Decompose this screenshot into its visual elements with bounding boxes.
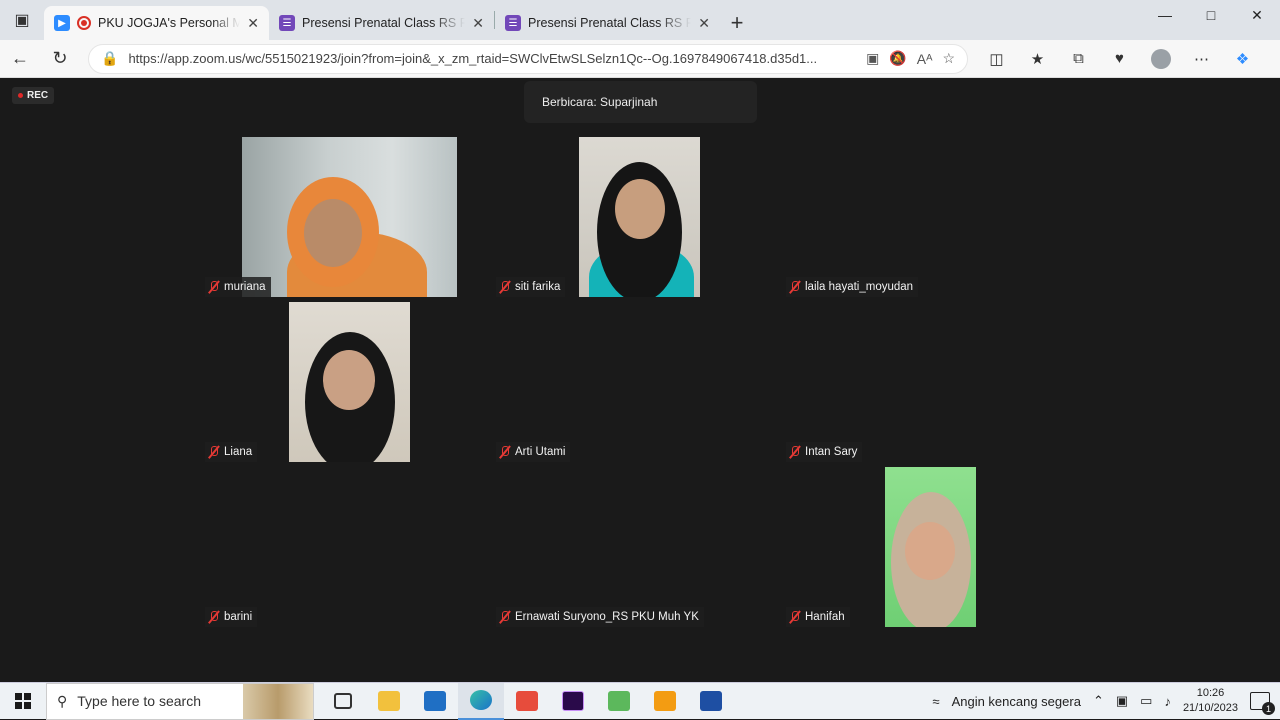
windows-logo-icon [15,693,31,709]
mic-muted-icon [789,445,801,459]
start-button[interactable] [0,683,46,720]
participant-name: muriana [224,281,266,293]
zoom-meeting-area: REC Berbicara: Suparjinah muriana siti f… [4,78,1276,682]
windows-taskbar: ⚲ Type here to search ≈ Angin kencang se… [0,682,1280,720]
forms-favicon-icon: ☰ [279,15,295,31]
search-highlight-image [243,683,313,719]
tab-title: PKU JOGJA's Personal Meeti [98,16,241,30]
media-app-icon[interactable] [642,683,688,720]
participant-nametag: siti farika [496,277,566,297]
mic-muted-icon [208,610,220,624]
lock-icon[interactable]: 🔒 [101,50,118,67]
close-tab-icon[interactable]: ✕ [247,15,259,32]
collections-icon[interactable]: ⧉ [1058,42,1099,76]
video-hanifah [885,467,976,627]
clock-time: 10:26 [1196,687,1225,699]
video-muriana [242,137,457,297]
video-liana [289,302,410,462]
participant-name: Intan Sary [805,446,858,458]
weather-icon[interactable]: ≈ [932,694,939,709]
edge-browser-icon[interactable] [458,682,504,720]
minimize-icon[interactable]: — [1142,0,1188,30]
word-app-icon[interactable] [688,683,734,720]
tab-actions-icon[interactable]: ▣ [0,0,44,40]
mail-icon[interactable] [412,683,458,720]
premiere-icon[interactable] [550,683,596,720]
close-tab-icon[interactable]: ✕ [698,15,710,32]
copilot-icon[interactable]: ❖ [1222,42,1263,76]
mic-muted-icon [208,445,220,459]
tab-presensi-1[interactable]: ☰ Presensi Prenatal Class RS PKU M ✕ [269,6,494,40]
notification-blocked-icon[interactable]: 🔕 [889,50,906,67]
search-icon: ⚲ [57,692,68,709]
participant-nametag: Hanifah [786,607,850,627]
gift-app-icon[interactable] [504,683,550,720]
close-tab-icon[interactable]: ✕ [472,15,484,32]
participant-name: siti farika [515,281,561,293]
participant-nametag: Intan Sary [786,442,863,462]
mic-muted-icon [499,445,511,459]
participant-name: Liana [224,446,253,458]
tab-presensi-2[interactable]: ☰ Presensi Prenatal Class RS PKU M ✕ [495,6,720,40]
back-icon[interactable]: ← [0,42,40,76]
clock-date: 21/10/2023 [1182,702,1238,714]
task-view-icon[interactable] [320,683,366,720]
new-tab-button[interactable]: + [720,6,754,40]
participant-nametag: Ernawati Suryono_RS PKU Muh YK [496,607,704,627]
volume-icon[interactable]: ♪ [1164,694,1171,709]
mic-muted-icon [789,610,801,624]
participant-nametag: laila hayati_moyudan [786,277,919,297]
participant-nametag: Arti Utami [496,442,571,462]
browser-nav-bar: ← ↻ 🔒 https://app.zoom.us/wc/5515021923/… [0,40,1280,78]
participant-name: barini [224,611,253,623]
forms-favicon-icon: ☰ [505,15,521,31]
favorite-star-icon[interactable]: ☆ [942,50,955,67]
participant-nametag: muriana [205,277,271,297]
battery-icon[interactable]: ▭ [1140,693,1152,709]
mic-muted-icon [499,280,511,294]
camera-icon[interactable]: ▣ [866,50,879,67]
address-bar[interactable]: 🔒 https://app.zoom.us/wc/5515021923/join… [88,43,968,74]
participant-nametag: Liana [205,442,258,462]
recording-indicator-icon [77,16,91,30]
weather-text[interactable]: Angin kencang segera [952,694,1081,709]
url-text[interactable]: https://app.zoom.us/wc/5515021923/join?f… [128,51,856,66]
participant-name: Hanifah [805,611,845,623]
participant-nametag: barini [205,607,258,627]
tray-chevron-up-icon[interactable]: ⌃ [1093,693,1104,709]
tab-zoom-meeting[interactable]: ▶ PKU JOGJA's Personal Meeti ✕ [44,6,269,40]
read-aloud-icon[interactable]: Aᴬ [917,51,933,67]
speaker-banner: Berbicara: Suparjinah [524,81,757,123]
participant-name: laila hayati_moyudan [805,281,914,293]
participant-name: Arti Utami [515,446,566,458]
mic-muted-icon [499,610,511,624]
mic-muted-icon [208,280,220,294]
participant-name: Ernawati Suryono_RS PKU Muh YK [515,611,699,623]
tab-title: Presensi Prenatal Class RS PKU M [302,16,466,30]
browser-tab-bar: ▣ ▶ PKU JOGJA's Personal Meeti ✕ ☰ Prese… [0,0,1280,40]
more-menu-icon[interactable]: ⋯ [1181,42,1222,76]
browser-essentials-icon[interactable]: ♥ [1099,42,1140,76]
video-siti-farika [579,137,700,297]
tab-title: Presensi Prenatal Class RS PKU M [528,16,692,30]
close-window-icon[interactable]: ✕ [1234,0,1280,30]
favorites-icon[interactable]: ★ [1017,42,1058,76]
split-screen-icon[interactable]: ◫ [976,42,1017,76]
profile-icon[interactable] [1140,42,1181,76]
taskbar-search[interactable]: ⚲ Type here to search [46,682,314,720]
recording-badge: REC [12,87,55,104]
notification-center-icon[interactable] [1250,692,1275,715]
mic-muted-icon [789,280,801,294]
maximize-icon[interactable]: □ [1188,0,1234,30]
network-icon[interactable]: ▣ [1116,693,1128,709]
search-placeholder: Type here to search [77,693,202,709]
file-explorer-icon[interactable] [366,683,412,720]
green-app-icon[interactable] [596,683,642,720]
clock[interactable]: 10:26 21/10/2023 [1183,686,1238,716]
zoom-favicon-icon: ▶ [54,15,70,31]
refresh-icon[interactable]: ↻ [40,42,80,76]
